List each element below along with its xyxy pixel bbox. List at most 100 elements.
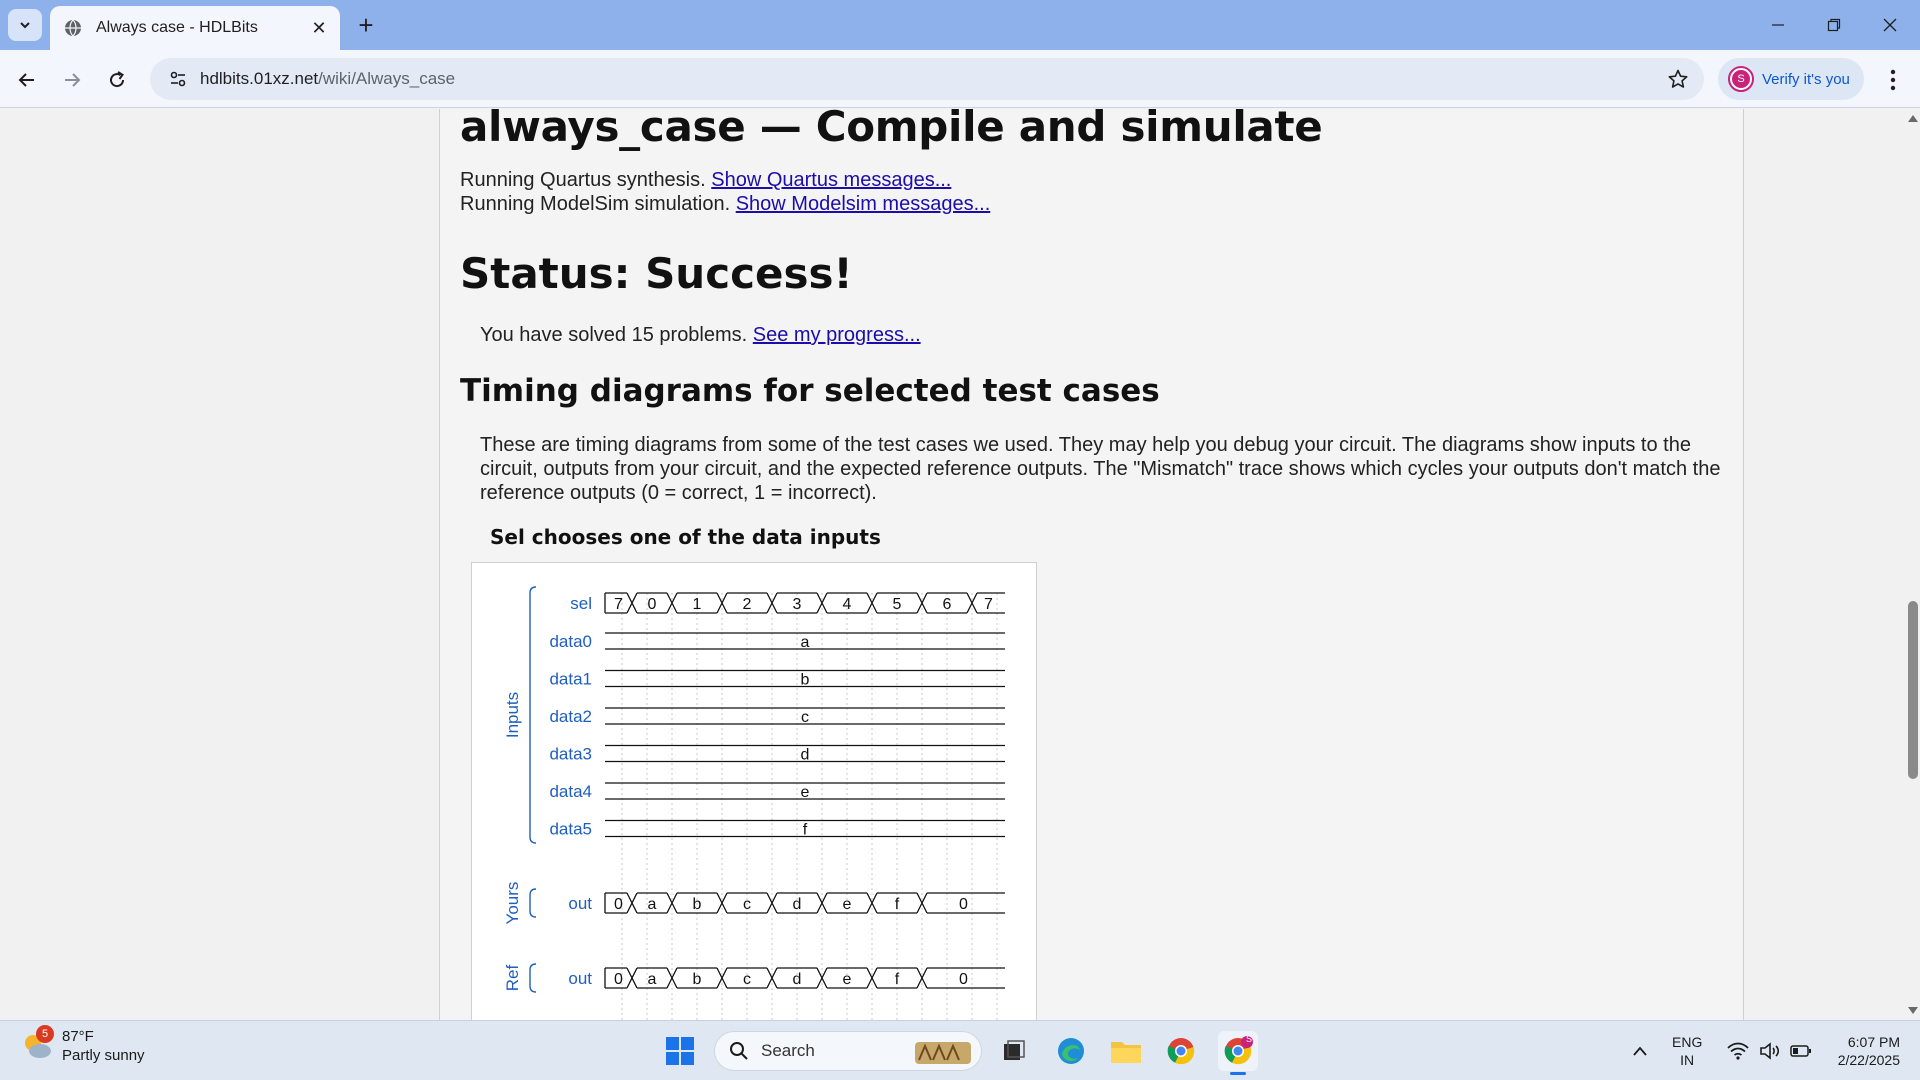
browser-menu-button[interactable] [1878, 63, 1908, 97]
data0-wave-value: a [801, 634, 810, 651]
modelsim-messages-link[interactable]: Show Modelsim messages... [736, 193, 991, 215]
diagram-caption: Sel chooses one of the data inputs [490, 525, 881, 549]
scroll-up-icon[interactable] [1908, 113, 1918, 123]
solved-line: You have solved 15 problems. See my prog… [480, 324, 921, 346]
close-icon [1883, 18, 1897, 32]
volume-icon [1760, 1042, 1780, 1060]
ref-out-wave-value: 0 [614, 971, 623, 988]
yours-out-wave-value: b [693, 896, 702, 913]
restore-icon [1827, 18, 1841, 32]
file-explorer-button[interactable] [1106, 1031, 1146, 1071]
arrow-left-icon [18, 73, 34, 87]
ref-group-bracket [529, 963, 537, 993]
inputs-group-label: Inputs [503, 692, 522, 738]
tab-title: Always case - HDLBits [96, 19, 258, 36]
signal-label-ref-out: out [568, 969, 592, 988]
sel-wave-value: 2 [743, 596, 752, 613]
ref-out-wave-value: c [743, 971, 751, 988]
data3-wave-value: d [801, 747, 810, 764]
active-indicator [1230, 1072, 1246, 1075]
url-text: hdlbits.01xz.net/wiki/Always_case [200, 69, 456, 88]
weather-condition: Partly sunny [62, 1047, 145, 1064]
inputs-group-bracket [529, 586, 537, 844]
battery-icon [1790, 1045, 1811, 1057]
waveform-svg: sel 7 0 1 2 3 4 5 6 7 data0 a data1 b data2 c data3 d data… [503, 586, 1005, 1020]
sel-wave-segment [927, 592, 978, 614]
forward-button[interactable] [55, 63, 89, 97]
temperature: 87°F [62, 1028, 94, 1045]
search-icon [730, 1042, 748, 1060]
search-highlight-icon [915, 1042, 971, 1064]
quartus-messages-link[interactable]: Show Quartus messages... [711, 169, 951, 191]
ref-out-wave-segment [877, 967, 928, 989]
start-button[interactable] [660, 1031, 700, 1071]
page-viewport: always_case — Compile and simulate Runni… [0, 109, 1906, 1020]
status-heading: Status: Success! [460, 249, 853, 298]
yours-out-wave-segment [637, 892, 678, 914]
page-scrollbar[interactable] [1906, 109, 1920, 1020]
chrome-button[interactable] [1161, 1031, 1201, 1071]
ref-out-wave-value: f [895, 971, 900, 988]
signal-label-data4: data4 [549, 782, 592, 801]
yours-out-wave-segment [877, 892, 928, 914]
tab-strip: Always case - HDLBits ✕ + [0, 0, 1920, 50]
ref-out-wave-segment [727, 967, 778, 989]
sel-wave-value: 7 [614, 596, 623, 613]
yours-out-wave-value: d [793, 896, 802, 913]
page-title: always_case — Compile and simulate [460, 109, 1323, 151]
yours-out-wave-value: 0 [614, 896, 623, 913]
profile-button[interactable]: S Verify it's you [1718, 58, 1864, 100]
profile-label: Verify it's you [1762, 70, 1850, 88]
show-hidden-icons[interactable] [1620, 1031, 1660, 1071]
edge-button[interactable] [1051, 1031, 1091, 1071]
reload-button[interactable] [100, 63, 134, 97]
browser-toolbar: hdlbits.01xz.net/wiki/Always_case S Veri… [0, 50, 1920, 108]
chrome-profile-button[interactable]: S [1218, 1031, 1258, 1075]
ref-out-wave-segment [637, 967, 678, 989]
sel-wave-segment [637, 592, 678, 614]
address-bar[interactable]: hdlbits.01xz.net/wiki/Always_case [150, 58, 1704, 100]
tab-search-button[interactable] [8, 9, 42, 41]
sel-wave-value: 7 [984, 596, 993, 613]
ref-out-wave-value: a [648, 971, 657, 988]
browser-tab[interactable]: Always case - HDLBits ✕ [50, 6, 340, 50]
sel-wave-value: 0 [648, 596, 657, 613]
system-tray[interactable] [1716, 1031, 1822, 1071]
sel-wave-segment [727, 592, 778, 614]
minimize-button[interactable] [1750, 0, 1806, 50]
taskview-icon [1004, 1040, 1025, 1060]
restore-button[interactable] [1806, 0, 1862, 50]
windows-icon [666, 1037, 694, 1065]
chrome-icon [1167, 1038, 1195, 1065]
close-tab-icon[interactable]: ✕ [308, 17, 330, 39]
taskbar-search[interactable]: Search [714, 1031, 982, 1071]
ref-out-wave-value: e [843, 971, 852, 988]
bookmark-button[interactable] [1666, 67, 1690, 91]
weather-icon: 5 [20, 1025, 54, 1063]
sel-wave-value: 3 [793, 596, 802, 613]
timing-diagram: sel 7 0 1 2 3 4 5 6 7 data0 a data1 b data2 c data3 d data… [471, 562, 1037, 1020]
back-button[interactable] [10, 63, 44, 97]
yours-out-wave-segment [827, 892, 878, 914]
site-info-button[interactable] [156, 69, 200, 89]
ref-out-wave-segment [777, 967, 828, 989]
modelsim-line: Running ModelSim simulation. Show Models… [460, 193, 991, 215]
language-indicator[interactable]: ENG IN [1672, 1033, 1702, 1069]
sel-wave-segment [877, 592, 928, 614]
ref-out-wave-value: d [793, 971, 802, 988]
progress-link[interactable]: See my progress... [753, 324, 921, 346]
new-tab-button[interactable]: + [352, 10, 380, 40]
data1-wave-value: b [801, 672, 810, 689]
scroll-thumb[interactable] [1908, 601, 1918, 779]
ref-out-wave-value: b [693, 971, 702, 988]
more-vert-icon [1890, 69, 1896, 91]
clock[interactable]: 6:07 PM 2/22/2025 [1820, 1033, 1900, 1069]
yours-out-wave-value: 0 [959, 896, 968, 913]
scroll-down-icon[interactable] [1908, 1006, 1918, 1016]
weather-widget[interactable]: 5 87°F Partly sunny [20, 1025, 145, 1065]
edge-icon [1058, 1038, 1084, 1064]
taskview-button[interactable] [994, 1031, 1034, 1071]
reload-icon [110, 71, 125, 88]
timing-description: These are timing diagrams from some of t… [480, 434, 1721, 504]
close-window-button[interactable] [1862, 0, 1918, 50]
